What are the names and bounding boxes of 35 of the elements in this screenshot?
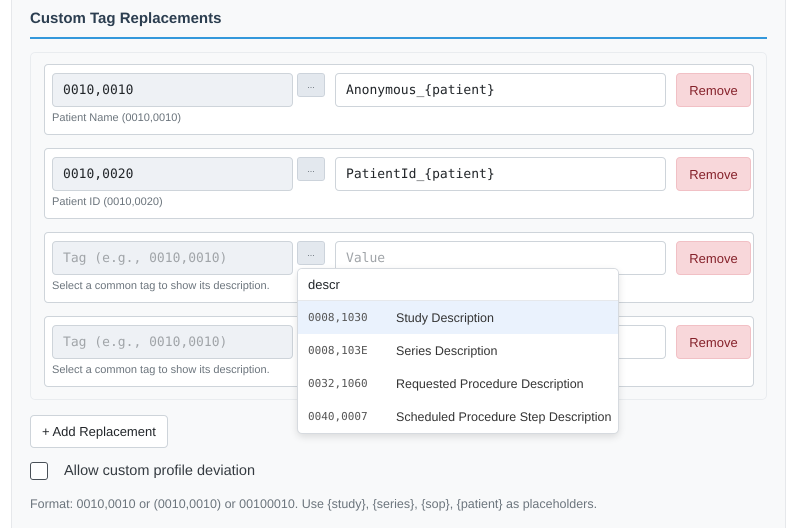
tag-description: Patient ID (0010,0020) — [52, 196, 164, 208]
tag-name: Scheduled Procedure Step Description — [396, 410, 612, 424]
tag-field[interactable]: 0010,0010 — [52, 73, 293, 107]
value-field[interactable]: Anonymous_{patient} — [335, 73, 666, 107]
tag-option[interactable]: 0008,1030 Study Description — [298, 301, 618, 334]
tag-picker-button[interactable]: ... — [297, 241, 325, 265]
tag-name: Series Description — [396, 344, 498, 358]
tag-field[interactable]: Tag (e.g., 0010,0010) — [52, 325, 293, 359]
tag-option[interactable]: 0040,0007 Scheduled Procedure Step Description — [298, 400, 618, 433]
tag-name: Study Description — [396, 310, 494, 324]
tag-code: 0008,1030 — [308, 311, 369, 324]
checkbox-label: Allow custom profile deviation — [64, 463, 256, 479]
search-field[interactable]: descr — [298, 269, 618, 301]
tag-option[interactable]: 0008,103E Series Description — [298, 334, 618, 367]
section-title: Custom Tag Replacements — [30, 10, 222, 27]
remove-button[interactable]: Remove — [676, 241, 751, 275]
tag-description: Select a common tag to show its description. — [52, 364, 271, 376]
tag-picker-button[interactable]: ... — [297, 73, 325, 97]
tag-code: 0040,0007 — [308, 410, 369, 423]
tag-field[interactable]: 0010,0020 — [52, 157, 293, 191]
tag-option[interactable]: 0032,1060 Requested Procedure Description — [298, 367, 618, 400]
tag-code: 0008,103E — [308, 344, 369, 357]
remove-button[interactable]: Remove — [676, 73, 751, 107]
tag-name: Requested Procedure Description — [396, 376, 584, 390]
tag-description: Patient Name (0010,0010) — [52, 112, 182, 124]
tag-field[interactable]: Tag (e.g., 0010,0010) — [52, 241, 293, 275]
add-replacement-button[interactable]: + Add Replacement — [30, 415, 168, 448]
tag-description: Select a common tag to show its description. — [52, 280, 271, 292]
help-text: Format: 0010,0010 or (0010,0010) or 00100010. Use {study}, {series}, {sop}, {patient} as placeholders. — [30, 497, 598, 511]
tag-code: 0032,1060 — [308, 377, 369, 390]
remove-button[interactable]: Remove — [676, 157, 751, 191]
checkbox[interactable] — [30, 462, 48, 480]
value-field[interactable]: PatientId_{patient} — [335, 157, 666, 191]
remove-button[interactable]: Remove — [676, 325, 751, 359]
tag-picker-button[interactable]: ... — [297, 157, 325, 181]
